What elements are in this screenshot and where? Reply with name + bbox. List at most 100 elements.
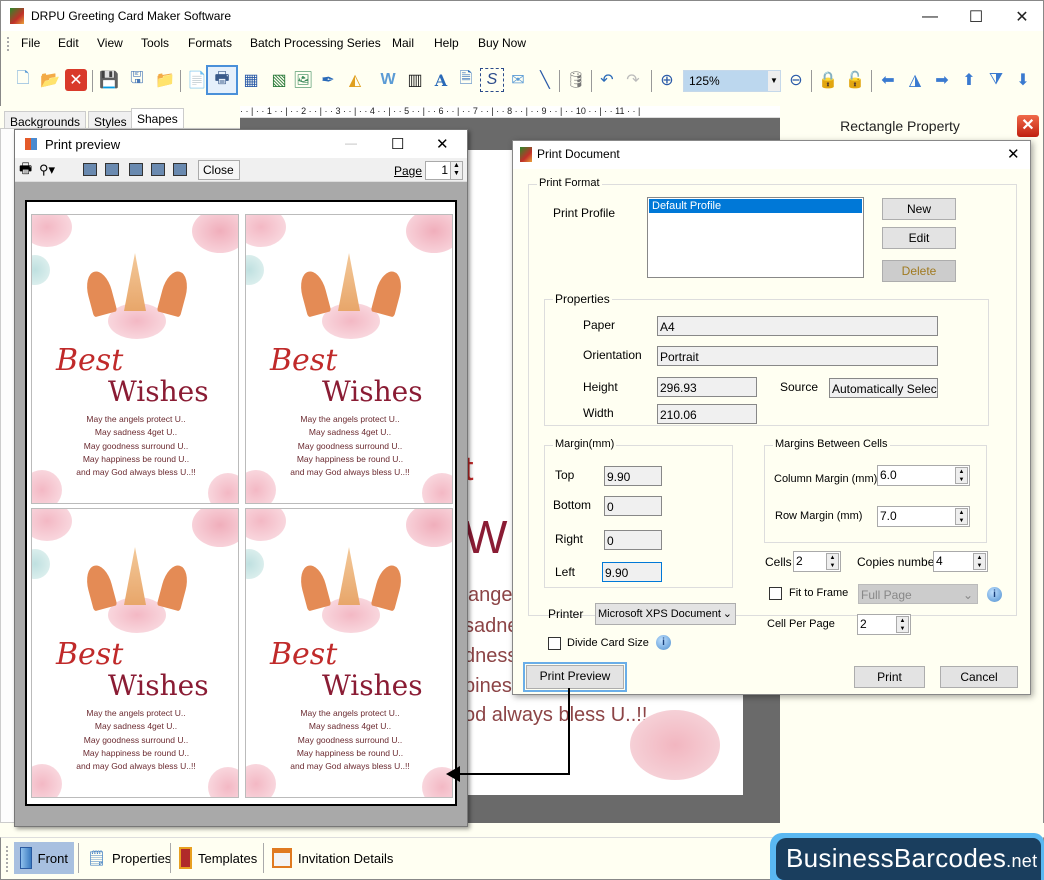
open-icon[interactable]: 📂 — [38, 68, 62, 92]
right-margin-field[interactable]: 0 — [604, 530, 662, 550]
zoom-out-icon[interactable]: ⊖ — [784, 68, 808, 92]
move-down-icon[interactable]: ⬇ — [1011, 68, 1035, 92]
menu-file[interactable]: File — [21, 36, 40, 50]
panel-close-button[interactable]: ✕ — [1017, 115, 1039, 137]
profile-list-item[interactable]: Default Profile — [649, 199, 862, 213]
layers-icon[interactable]: ▦ — [239, 68, 263, 92]
flip-vertical-icon[interactable]: ⧩ — [984, 68, 1008, 92]
bottom-margin-field[interactable]: 0 — [604, 496, 662, 516]
spin-arrows-icon[interactable]: ▲ ▼ — [826, 553, 839, 570]
barcode-icon[interactable]: ▥ — [403, 68, 427, 92]
menu-help[interactable]: Help — [434, 36, 459, 50]
menu-mail[interactable]: Mail — [392, 36, 414, 50]
menu-batch-processing[interactable]: Batch Processing Series — [250, 36, 381, 50]
flip-horizontal-icon[interactable]: ◮ — [903, 68, 927, 92]
background-icon[interactable]: ▧ — [267, 68, 291, 92]
copies-stepper[interactable]: 4 ▲ ▼ — [933, 551, 988, 572]
new-profile-button[interactable]: New — [882, 198, 956, 220]
one-page-icon[interactable] — [83, 163, 97, 176]
tab-properties[interactable]: 🗒 Properties — [81, 842, 177, 874]
new-icon[interactable]: 🗋 — [11, 68, 35, 92]
unlock-icon[interactable]: 🔓 — [843, 68, 867, 92]
print-preview-button[interactable]: Print Preview — [523, 662, 627, 692]
tab-shapes[interactable]: Shapes — [131, 108, 184, 128]
divide-card-checkbox[interactable] — [548, 637, 561, 650]
flower-decoration — [406, 215, 452, 253]
pen-icon[interactable]: ✒ — [316, 68, 340, 92]
six-pages-icon[interactable] — [173, 163, 187, 176]
close-button[interactable]: ✕ — [999, 1, 1044, 32]
redo-icon[interactable]: ↷ — [621, 68, 645, 92]
spin-arrows-icon[interactable]: ▲ ▼ — [973, 553, 986, 570]
undo-icon[interactable]: ↶ — [595, 68, 619, 92]
close-document-icon[interactable]: ✕ — [65, 69, 87, 91]
close-button[interactable]: ✕ — [436, 135, 449, 153]
zoom-select[interactable]: 125% ▼ — [683, 70, 781, 92]
flower-decoration — [246, 509, 286, 541]
row-margin-stepper[interactable]: 7.0 ▲ ▼ — [877, 506, 970, 527]
signature-icon[interactable]: S — [480, 68, 504, 92]
print-button[interactable]: Print — [854, 666, 925, 688]
menu-buy-now[interactable]: Buy Now — [478, 36, 526, 50]
tab-invitation-details[interactable]: Invitation Details — [266, 842, 399, 874]
printer-select[interactable]: Microsoft XPS Document ⌄ — [595, 603, 736, 625]
cancel-button[interactable]: Cancel — [940, 666, 1018, 688]
menu-edit[interactable]: Edit — [58, 36, 79, 50]
spin-arrows-icon[interactable]: ▲ ▼ — [450, 162, 462, 179]
fit-to-frame-checkbox[interactable] — [769, 587, 782, 600]
fit-option-select[interactable]: Full Page ⌄ — [858, 584, 978, 604]
four-pages-icon[interactable] — [151, 163, 165, 176]
cells-stepper[interactable]: 2 ▲ ▼ — [793, 551, 841, 572]
info-icon[interactable]: i — [987, 587, 1002, 602]
line-icon[interactable]: ╲ — [533, 68, 557, 92]
move-right-icon[interactable]: ➡ — [930, 68, 954, 92]
text-icon[interactable]: A — [429, 68, 453, 92]
minimize-button[interactable]: — — [907, 1, 953, 32]
page-stepper[interactable]: 1 ▲ ▼ — [425, 161, 463, 180]
horizontal-ruler: · · | · · 1 · · | · · 2 · · | · · 3 · · … — [240, 106, 780, 118]
toolbar-separator — [871, 70, 872, 92]
chevron-down-icon[interactable]: ▼ — [768, 71, 780, 91]
menu-tools[interactable]: Tools — [141, 36, 169, 50]
preview-close-button[interactable]: Close — [198, 160, 240, 180]
unicorn-horn — [124, 547, 146, 605]
column-margin-stepper[interactable]: 6.0 ▲ ▼ — [877, 465, 970, 486]
info-icon[interactable]: i — [656, 635, 671, 650]
print-icon[interactable]: 🖶 — [206, 65, 238, 95]
spin-arrows-icon[interactable]: ▲ ▼ — [955, 508, 968, 525]
zoom-icon[interactable]: ⚲▾ — [39, 162, 55, 178]
email-icon[interactable]: ✉ — [506, 68, 530, 92]
print-icon[interactable]: 🖶 — [19, 160, 32, 178]
tab-front[interactable]: Front — [14, 842, 74, 874]
left-margin-field[interactable]: 9.90 — [602, 562, 662, 582]
menu-formats[interactable]: Formats — [188, 36, 232, 50]
minimize-button[interactable]: — — [345, 136, 357, 150]
move-left-icon[interactable]: ⬅ — [876, 68, 900, 92]
move-up-icon[interactable]: ⬆ — [957, 68, 981, 92]
spin-arrows-icon[interactable]: ▲ ▼ — [955, 467, 968, 484]
edit-profile-button[interactable]: Edit — [882, 227, 956, 249]
top-margin-field[interactable]: 9.90 — [604, 466, 662, 486]
spin-arrows-icon[interactable]: ▲ ▼ — [896, 616, 909, 633]
database-icon[interactable]: 🛢 — [564, 68, 588, 92]
delete-profile-button[interactable]: Delete — [882, 260, 956, 282]
cell-per-page-stepper[interactable]: 2 ▲ ▼ — [857, 614, 911, 635]
export-icon[interactable]: 📁 — [153, 68, 177, 92]
lock-icon[interactable]: 🔒 — [816, 68, 840, 92]
maximize-button[interactable]: ☐ — [953, 1, 999, 32]
save-icon[interactable]: 💾 — [97, 68, 121, 92]
shapes-icon[interactable]: ◭ — [343, 68, 367, 92]
three-pages-icon[interactable] — [129, 163, 143, 176]
profile-list[interactable]: Default Profile — [647, 197, 864, 278]
menu-view[interactable]: View — [97, 36, 123, 50]
text-box-icon[interactable]: 🗎 — [454, 68, 478, 92]
maximize-button[interactable]: ☐ — [391, 135, 404, 153]
tab-templates[interactable]: Templates — [173, 842, 263, 874]
zoom-in-icon[interactable]: ⊕ — [655, 68, 679, 92]
dialog-close-button[interactable]: ✕ — [1007, 145, 1020, 163]
save-as-icon[interactable]: 🖫 — [125, 68, 149, 92]
width-label: Width — [583, 406, 614, 420]
two-pages-icon[interactable] — [105, 163, 119, 176]
image-icon[interactable]: 🖼 — [291, 68, 315, 92]
word-art-icon[interactable]: W — [376, 68, 400, 92]
